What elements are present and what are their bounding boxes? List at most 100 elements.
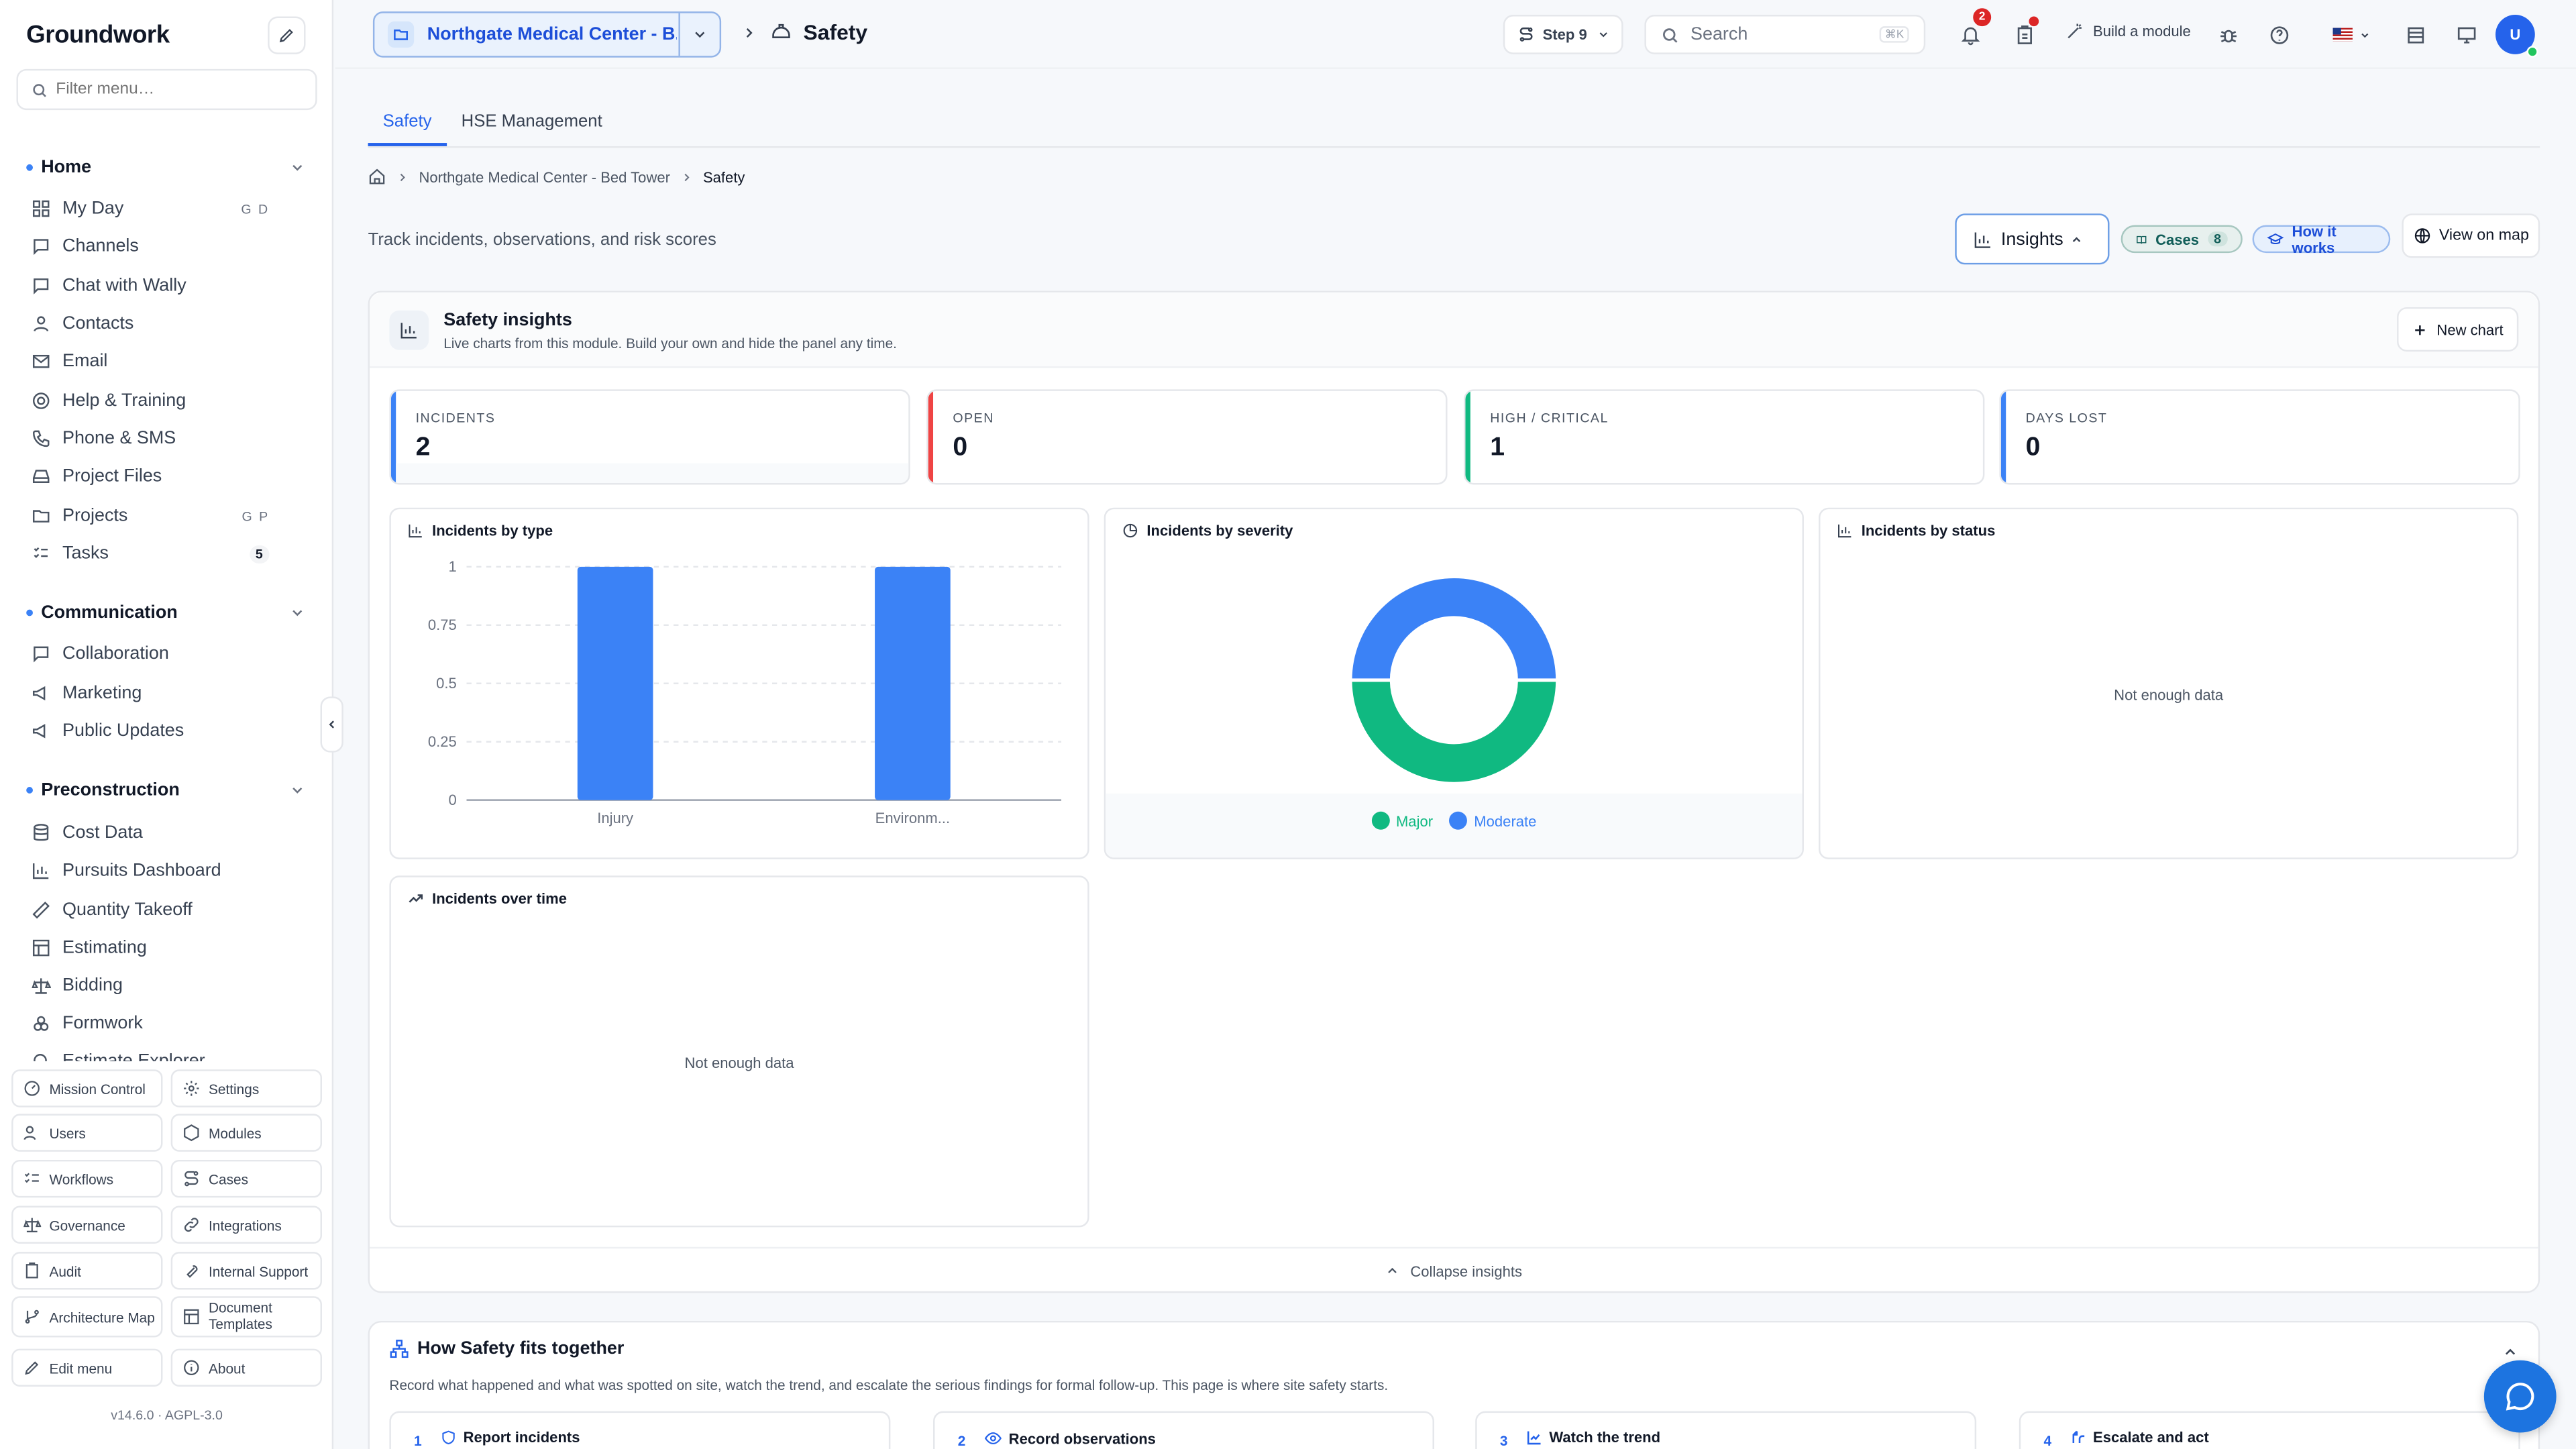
breadcrumb-project[interactable]: Northgate Medical Center - Bed Tower <box>419 168 670 184</box>
filter-menu[interactable] <box>16 68 317 111</box>
users-button[interactable]: Users <box>11 1114 163 1152</box>
legend-item[interactable]: Major <box>1371 811 1434 830</box>
step-escalate-act[interactable]: 4 Escalate and act <box>2019 1411 2520 1449</box>
breadcrumb-current: Safety <box>702 168 745 185</box>
nav-bidding[interactable]: Bidding <box>32 971 278 1000</box>
donut-slice-major[interactable] <box>1348 678 1560 786</box>
step-record-observations[interactable]: 2 Record observations <box>933 1411 1434 1449</box>
nav-pursuits-dashboard[interactable]: Pursuits Dashboard <box>32 856 278 885</box>
global-search[interactable]: Search ⌘K <box>1644 15 1926 54</box>
nav-label: Public Updates <box>62 721 184 741</box>
home-icon[interactable] <box>368 168 386 186</box>
step-report-incidents[interactable]: 1 Report incidents <box>389 1411 891 1449</box>
pencil-icon <box>279 29 293 43</box>
nav-my-day[interactable]: My Day G D <box>32 194 278 223</box>
nav-label: Estimate Explorer <box>62 1051 205 1061</box>
architecture-map-button[interactable]: Architecture Map <box>11 1296 163 1338</box>
governance-button[interactable]: Governance <box>11 1205 163 1244</box>
cases-pill[interactable]: Cases 8 <box>2121 225 2243 254</box>
step-watch-trend[interactable]: 3 Watch the trend <box>1475 1411 1977 1449</box>
nav-help-training[interactable]: Help & Training <box>32 386 278 416</box>
mission-control-button[interactable]: Mission Control <box>11 1069 163 1108</box>
edit-menu-button[interactable]: Edit menu <box>11 1348 163 1387</box>
step-selector[interactable]: Step 9 <box>1503 15 1623 54</box>
step-title: Record observations <box>984 1430 1156 1448</box>
nav-phone-sms[interactable]: Phone & SMS <box>32 424 278 453</box>
nav-scroll[interactable]: Home My Day G D Channels Chat with Wally… <box>0 131 333 1062</box>
kpi-label: INCIDENTS <box>415 411 496 426</box>
nav-collaboration[interactable]: Collaboration <box>32 639 278 669</box>
display-button[interactable] <box>2453 21 2479 48</box>
kpi-value: 2 <box>415 433 431 462</box>
brand-logo: Groundwork <box>26 21 170 50</box>
nav-chat-with-wally[interactable]: Chat with Wally <box>32 271 278 301</box>
page-subtitle: Track incidents, observations, and risk … <box>368 229 716 250</box>
chevron-up-icon <box>2072 236 2081 241</box>
cases-button[interactable]: Cases <box>170 1159 323 1198</box>
build-module-button[interactable]: Build a module <box>2065 21 2191 41</box>
kpi-open: OPEN 0 <box>926 389 1448 485</box>
chat-assistant-button[interactable] <box>2483 1360 2557 1433</box>
notifications-button[interactable]: 2 <box>1957 8 1992 48</box>
tab-safety[interactable]: Safety <box>368 102 447 146</box>
nav-marketing[interactable]: Marketing <box>32 678 278 708</box>
nav-channels[interactable]: Channels <box>32 231 278 261</box>
nav-projects[interactable]: Projects G P <box>32 501 278 531</box>
nav-cost-data[interactable]: Cost Data <box>32 818 278 848</box>
new-chart-button[interactable]: New chart <box>2397 307 2519 352</box>
edit-brand-button[interactable] <box>268 16 306 54</box>
chat-bubble-icon <box>34 278 49 294</box>
internal-support-button[interactable]: Internal Support <box>170 1252 323 1290</box>
inbox-button[interactable] <box>2011 16 2039 48</box>
nav-public-updates[interactable]: Public Updates <box>32 716 278 746</box>
nav-estimate-explorer[interactable]: Estimate Explorer <box>32 1046 278 1062</box>
layout-button[interactable] <box>2402 21 2428 48</box>
settings-button[interactable]: Settings <box>170 1069 323 1108</box>
tab-hse-management[interactable]: HSE Management <box>447 102 617 146</box>
document-templates-button[interactable]: Document Templates <box>170 1296 323 1338</box>
nav-label: Bidding <box>62 975 123 996</box>
audit-button[interactable]: Audit <box>11 1252 163 1290</box>
nav-quantity-takeoff[interactable]: Quantity Takeoff <box>32 896 278 925</box>
about-button[interactable]: About <box>170 1348 323 1387</box>
donut-slice-moderate[interactable] <box>1348 575 1560 682</box>
collapse-insights-button[interactable]: Collapse insights <box>370 1246 2538 1293</box>
nav-formwork[interactable]: Formwork <box>32 1009 278 1038</box>
topbar: Northgate Medical Center - B... Safety S… <box>335 0 2576 69</box>
chevron-up-icon[interactable] <box>2502 1344 2518 1360</box>
kpi-label: HIGH / CRITICAL <box>1490 411 1609 426</box>
workflows-button[interactable]: Workflows <box>11 1159 163 1198</box>
nav-contacts[interactable]: Contacts <box>32 309 278 338</box>
button-label: About <box>209 1359 246 1377</box>
how-it-works-pill[interactable]: How it works <box>2252 223 2391 256</box>
ruler-icon <box>32 901 50 919</box>
project-dropdown-button[interactable] <box>678 13 719 56</box>
kpi-accent <box>2000 390 2006 484</box>
legend-label: Major <box>1395 812 1434 829</box>
language-selector[interactable] <box>2330 21 2373 48</box>
bar[interactable] <box>577 566 653 800</box>
bug-report-button[interactable] <box>2214 21 2241 48</box>
bar[interactable] <box>875 566 951 800</box>
project-selector[interactable]: Northgate Medical Center - B... <box>372 11 722 58</box>
section-communication[interactable]: Communication <box>26 600 309 626</box>
insights-toggle-button[interactable]: Insights <box>1955 213 2110 265</box>
view-on-map-button[interactable]: View on map <box>2402 213 2540 258</box>
cases-count: 8 <box>2207 231 2228 247</box>
nav-estimating[interactable]: Estimating <box>32 933 278 963</box>
nav-project-files[interactable]: Project Files <box>32 462 278 491</box>
help-button[interactable] <box>2265 21 2292 48</box>
modules-button[interactable]: Modules <box>170 1114 323 1152</box>
section-home[interactable]: Home <box>26 154 309 180</box>
button-label: Modules <box>209 1124 262 1141</box>
nav-label: Pursuits Dashboard <box>62 861 221 881</box>
integrations-button[interactable]: Integrations <box>170 1205 323 1244</box>
legend-item[interactable]: Moderate <box>1449 811 1536 830</box>
donut-chart <box>1348 575 1560 786</box>
section-preconstruction[interactable]: Preconstruction <box>26 777 309 803</box>
nav-email[interactable]: Email <box>32 347 278 376</box>
collapse-insights-label: Collapse insights <box>1410 1263 1523 1279</box>
filter-menu-input[interactable] <box>56 80 303 99</box>
nav-tasks[interactable]: Tasks 5 <box>32 539 278 568</box>
user-avatar[interactable]: U <box>2496 15 2538 58</box>
